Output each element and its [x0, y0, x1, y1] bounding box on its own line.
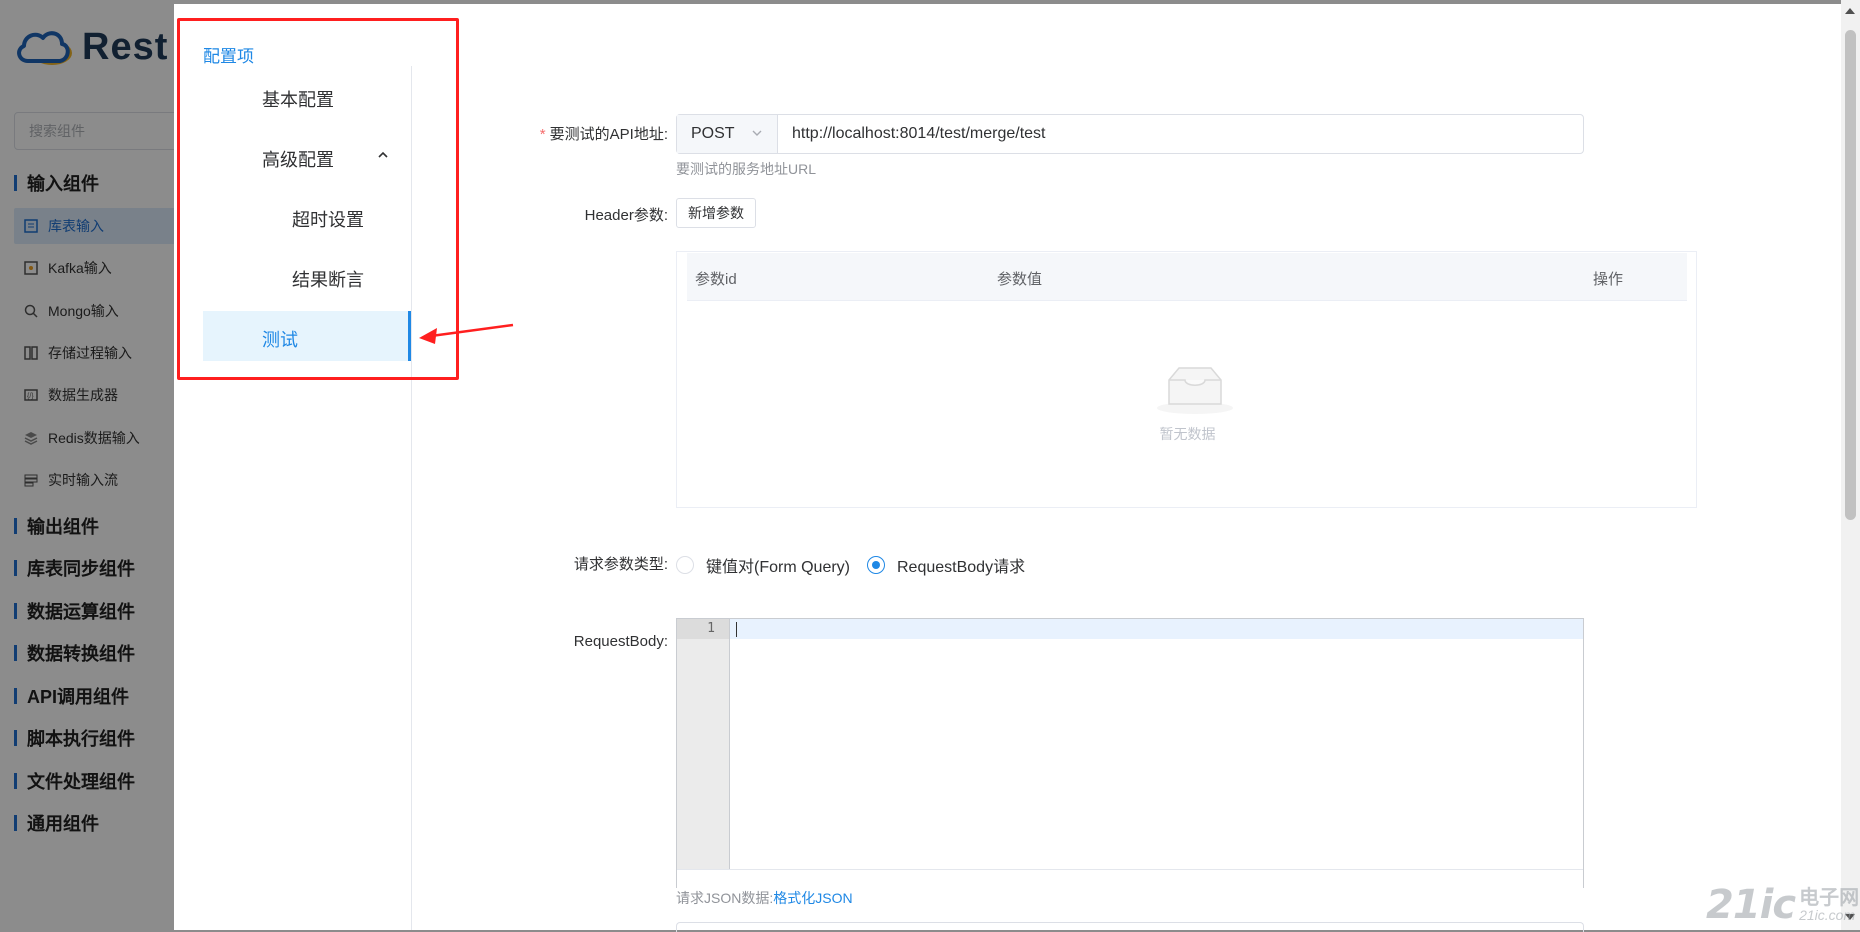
- table-header: 参数id 参数值 操作: [687, 253, 1687, 301]
- brand-name: Rest: [82, 25, 169, 68]
- group-table-sync[interactable]: 库表同步组件: [14, 554, 135, 582]
- text-cursor: [736, 622, 737, 637]
- active-line: [730, 619, 1583, 639]
- next-field: [676, 922, 1584, 932]
- column-param-id: 参数id: [695, 271, 737, 288]
- editor-scrollbar[interactable]: [677, 869, 1583, 888]
- line-number: 1: [707, 621, 715, 636]
- group-input[interactable]: 输入组件: [14, 169, 99, 197]
- line-gutter: 1: [677, 619, 730, 869]
- item-mongo-input[interactable]: Mongo输入: [22, 298, 119, 324]
- watermark-logo: 21ic 电子网 21ic.com: [1706, 882, 1860, 928]
- mongo-icon: [22, 302, 40, 320]
- add-param-button[interactable]: 新增参数: [676, 198, 756, 228]
- url-input[interactable]: [778, 115, 1583, 153]
- format-json-link[interactable]: 格式化JSON: [773, 890, 852, 906]
- method-value: POST: [691, 125, 735, 142]
- group-common[interactable]: 通用组件: [14, 809, 99, 837]
- column-param-value: 参数值: [997, 271, 1043, 288]
- item-kafka-input[interactable]: Kafka输入: [22, 255, 112, 281]
- group-script-exec[interactable]: 脚本执行组件: [14, 724, 135, 752]
- empty-text: 暂无数据: [1159, 426, 1216, 442]
- empty-box-icon: [1157, 367, 1233, 414]
- json-hint: 请求JSON数据:格式化JSON: [676, 890, 853, 906]
- procedure-icon: [22, 344, 40, 362]
- item-table-input[interactable]: 库表输入: [14, 208, 182, 244]
- scroll-up-icon[interactable]: [1845, 8, 1855, 14]
- chevron-down-icon: [752, 130, 762, 136]
- radio-form-query[interactable]: 键值对(Form Query): [676, 553, 850, 577]
- item-data-generator[interactable]: {/} 数据生成器: [22, 382, 118, 408]
- stream-icon: [22, 471, 40, 489]
- item-realtime-stream[interactable]: 实时输入流: [22, 467, 118, 493]
- radio-circle: [676, 556, 694, 574]
- api-address-hint: 要测试的服务地址URL: [676, 161, 817, 177]
- header-params-table: 参数id 参数值 操作 暂无数据: [676, 251, 1697, 508]
- component-search-input[interactable]: 搜索组件: [14, 112, 184, 150]
- item-redis-input[interactable]: Redis数据输入: [22, 425, 140, 451]
- radio-request-body[interactable]: RequestBody请求: [867, 553, 1025, 577]
- group-output[interactable]: 输出组件: [14, 512, 99, 540]
- kafka-icon: [22, 259, 40, 277]
- header-params-label: Header参数:: [584, 207, 668, 224]
- svg-text:{/}: {/}: [27, 393, 34, 400]
- required-mark: *: [539, 126, 546, 143]
- api-address-label: * 要测试的API地址:: [539, 126, 668, 143]
- radio-circle-checked: [867, 556, 885, 574]
- api-address-field: POST: [676, 114, 1584, 154]
- column-actions: 操作: [1593, 271, 1624, 288]
- redis-icon: [22, 429, 40, 447]
- generator-icon: {/}: [22, 386, 40, 404]
- method-select[interactable]: POST: [677, 115, 778, 153]
- group-file-process[interactable]: 文件处理组件: [14, 767, 135, 795]
- cloud-logo-icon: [17, 31, 72, 65]
- item-procedure-input[interactable]: 存储过程输入: [22, 340, 132, 366]
- app-logo: Rest: [14, 22, 168, 72]
- group-data-transform[interactable]: 数据转换组件: [14, 639, 135, 667]
- annotation-arrow-icon: [419, 323, 514, 344]
- group-api-call[interactable]: API调用组件: [14, 682, 129, 710]
- request-body-label: RequestBody:: [573, 633, 668, 650]
- background-app: Rest 搜索组件 输入组件 库表输入 Kafka输入 Mongo输入 存储过程…: [0, 0, 184, 930]
- param-type-label: 请求参数类型:: [573, 556, 668, 573]
- request-body-editor[interactable]: 1: [676, 618, 1584, 888]
- table-icon: [22, 217, 40, 235]
- scrollbar-thumb[interactable]: [1845, 30, 1856, 520]
- group-data-compute[interactable]: 数据运算组件: [14, 597, 135, 625]
